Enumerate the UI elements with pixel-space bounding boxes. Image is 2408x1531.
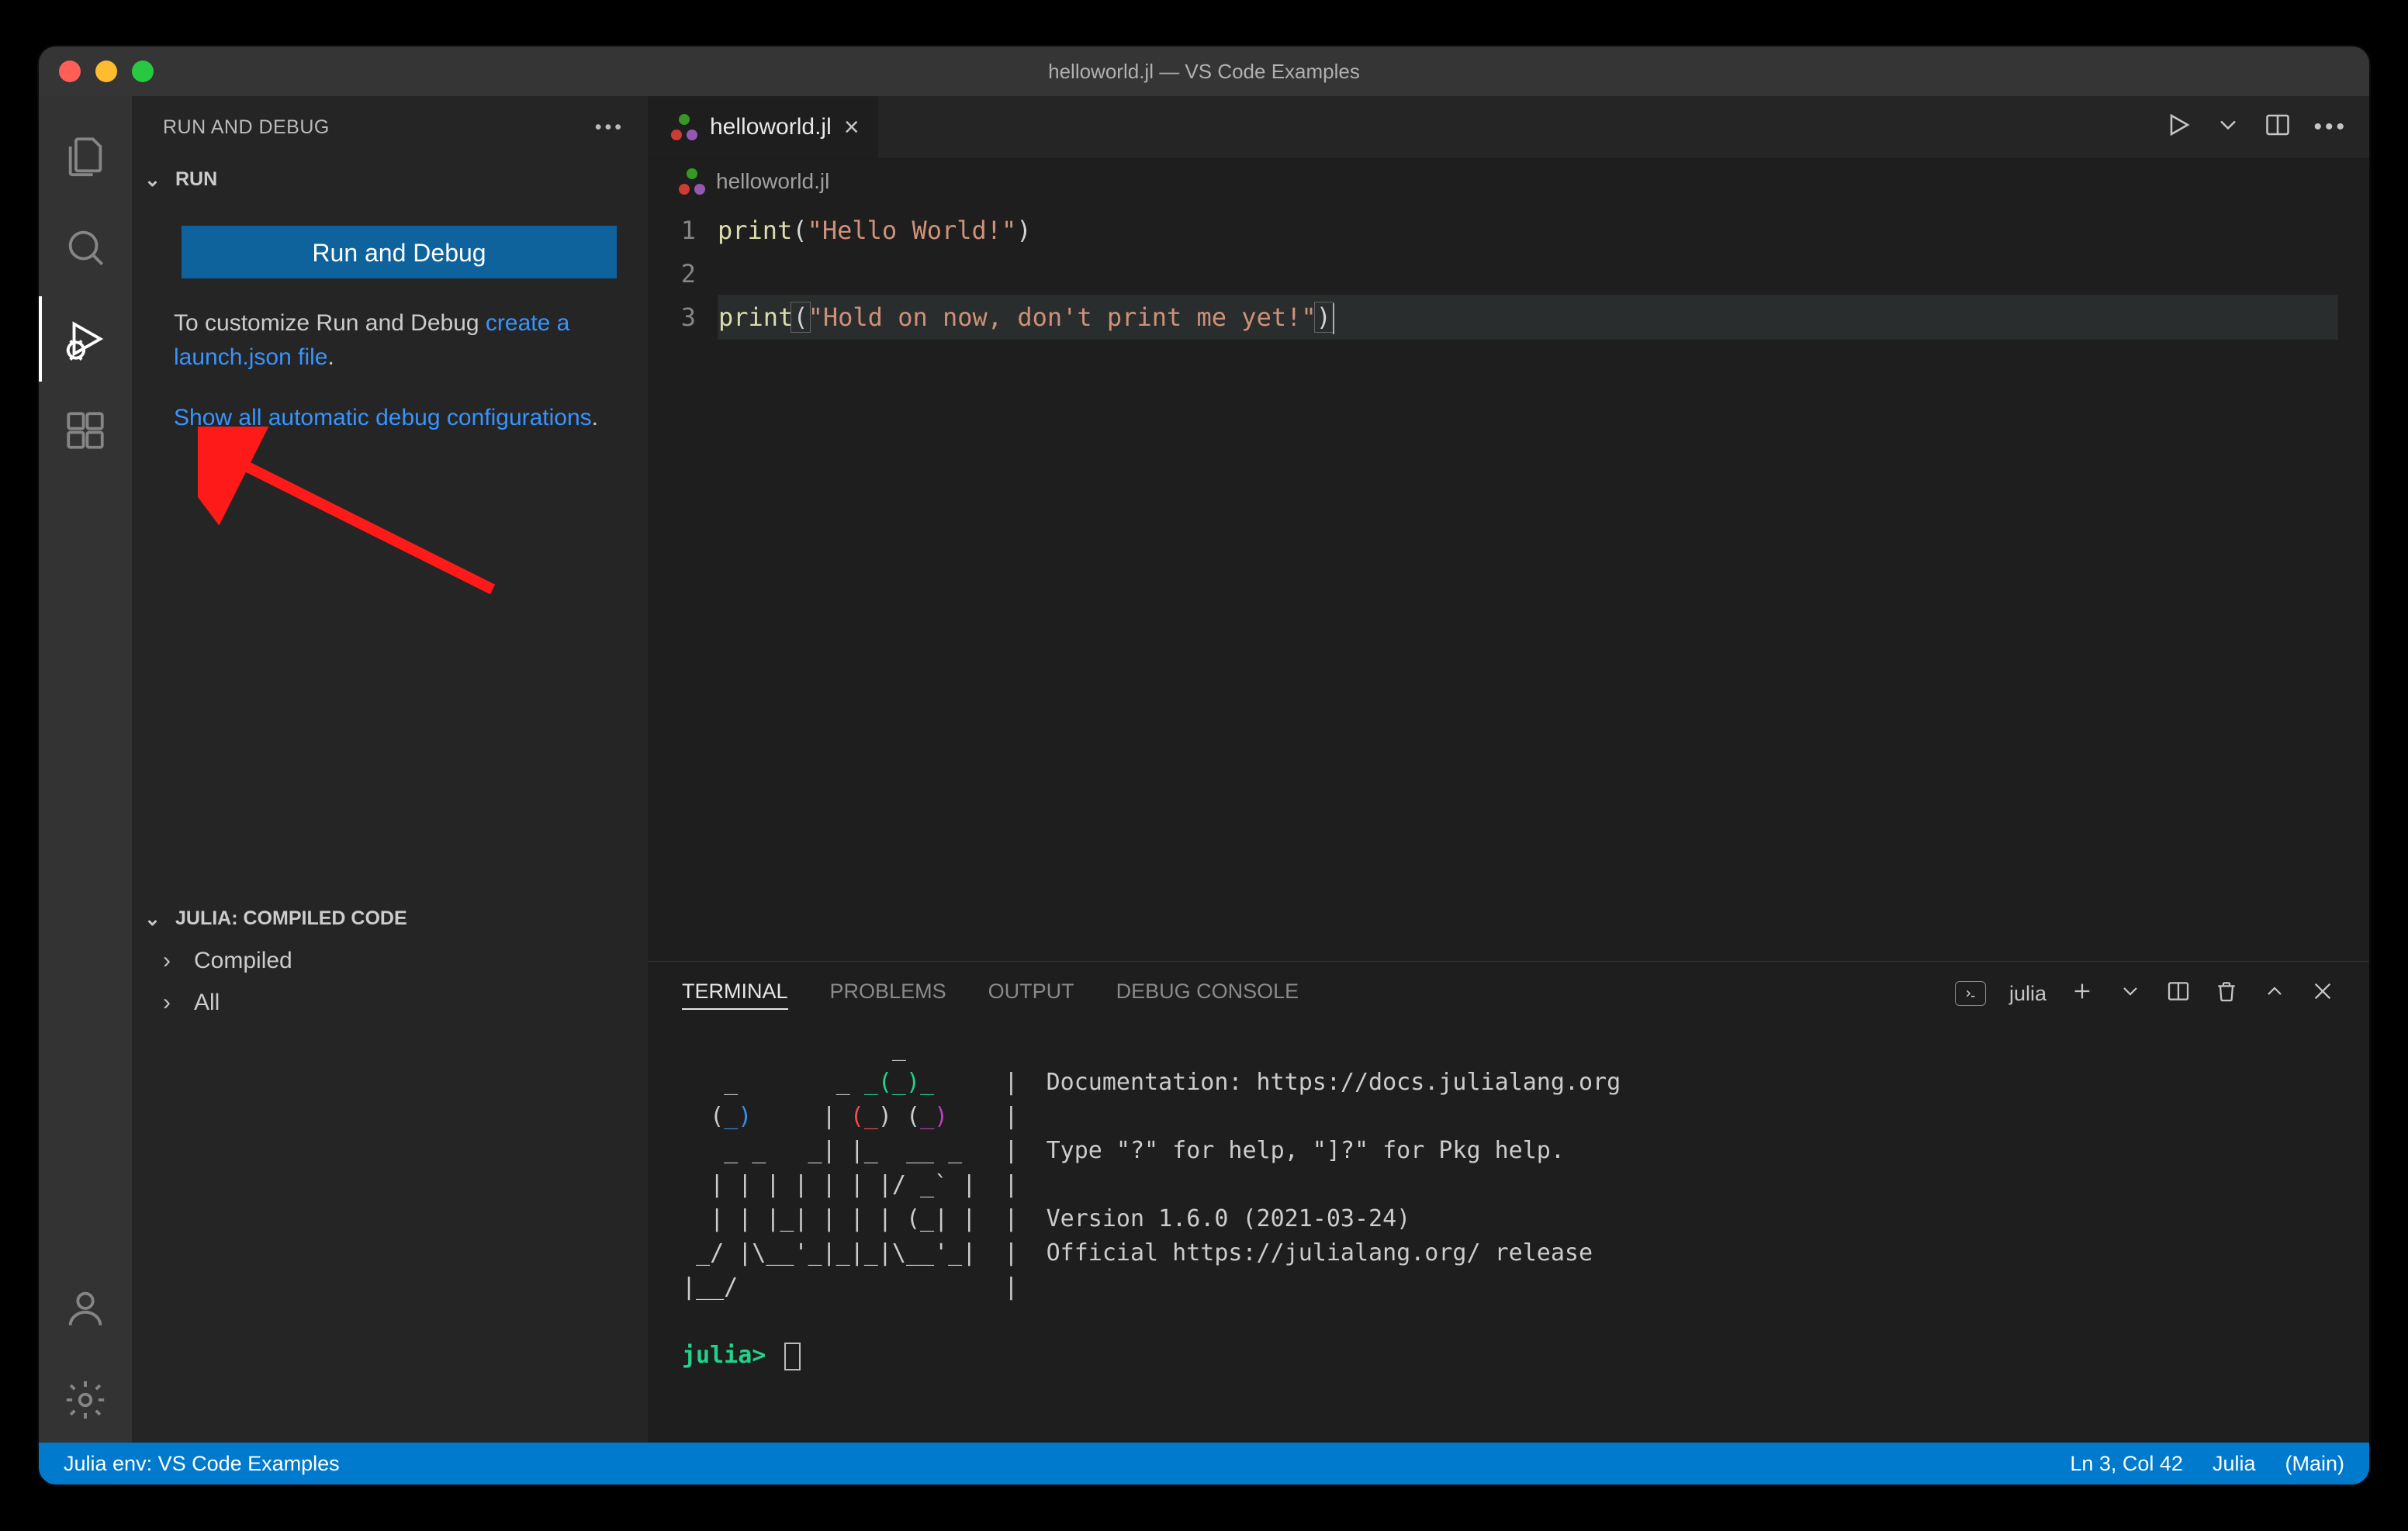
activity-extensions[interactable] [39, 388, 132, 473]
show-all-text: Show all automatic debug configurations. [174, 401, 624, 435]
line-numbers: 123 [648, 209, 718, 961]
tree-label: Compiled [194, 948, 292, 974]
status-julia-env[interactable]: Julia env: VS Code Examples [64, 1452, 340, 1476]
chevron-down-icon: ⌄ [144, 168, 168, 192]
editor-tabs: helloworld.jl × ••• [648, 96, 2369, 159]
panel-tabs: TERMINAL PROBLEMS OUTPUT DEBUG CONSOLE j… [648, 962, 2369, 1025]
show-all-post: . [592, 405, 598, 430]
tree-label: All [194, 990, 220, 1016]
activity-explorer[interactable] [39, 113, 132, 199]
run-debug-icon [63, 316, 108, 361]
section-run-body: Run and Debug To customize Run and Debug… [132, 201, 648, 458]
status-line-col[interactable]: Ln 3, Col 42 [2070, 1452, 2183, 1476]
julia-file-icon [679, 168, 705, 195]
terminal-content[interactable]: _ _ _ _(_)_ | Documentation: https://doc… [648, 1025, 2369, 1443]
activity-bar [39, 96, 132, 1443]
code-content[interactable]: print("Hello World!") print("Hold on now… [718, 209, 2338, 961]
minimap[interactable] [2338, 209, 2369, 961]
chevron-right-icon: › [163, 948, 186, 974]
tab-helloworld[interactable]: helloworld.jl × [648, 96, 879, 158]
status-language[interactable]: Julia [2213, 1452, 2256, 1476]
status-branch[interactable]: (Main) [2285, 1452, 2344, 1476]
run-dropdown-icon[interactable] [2214, 111, 2242, 144]
search-icon [63, 225, 108, 270]
editor-group: helloworld.jl × ••• helloworld.jl 123 pr… [648, 96, 2369, 1443]
vscode-window: helloworld.jl — VS Code Examples [39, 47, 2369, 1484]
tree-item-compiled[interactable]: › Compiled [132, 940, 648, 982]
section-run-header[interactable]: ⌄ RUN [132, 158, 648, 201]
chevron-right-icon: › [163, 990, 186, 1016]
terminal-profile-icon[interactable] [1955, 981, 1986, 1006]
kill-terminal-icon[interactable] [2214, 979, 2239, 1009]
customize-pre: To customize Run and Debug [174, 310, 486, 336]
show-all-configs-link[interactable]: Show all automatic debug configurations [174, 405, 592, 430]
minimize-icon[interactable] [95, 60, 117, 82]
compiled-tree: › Compiled › All [132, 940, 648, 1443]
more-actions-icon[interactable]: ••• [2313, 114, 2347, 140]
sidebar-header: RUN AND DEBUG ••• [132, 96, 648, 158]
tab-filename: helloworld.jl [710, 114, 832, 140]
breadcrumb-file: helloworld.jl [716, 169, 829, 194]
panel-tab-output[interactable]: OUTPUT [988, 980, 1074, 1008]
code-editor[interactable]: 123 print("Hello World!") print("Hold on… [648, 204, 2369, 961]
customize-text: To customize Run and Debug create a laun… [174, 306, 624, 375]
tab-close-icon[interactable]: × [844, 112, 860, 143]
terminal-dropdown-icon[interactable] [2118, 979, 2143, 1009]
status-bar: Julia env: VS Code Examples Ln 3, Col 42… [39, 1443, 2369, 1484]
customize-post: . [327, 344, 334, 370]
new-terminal-icon[interactable] [2070, 979, 2095, 1009]
close-icon[interactable] [59, 60, 81, 82]
section-compiled-title: JULIA: COMPILED CODE [175, 907, 407, 930]
panel-tab-terminal[interactable]: TERMINAL [682, 978, 788, 1010]
bottom-panel: TERMINAL PROBLEMS OUTPUT DEBUG CONSOLE j… [648, 961, 2369, 1443]
maximize-panel-icon[interactable] [2262, 979, 2287, 1009]
tree-item-all[interactable]: › All [132, 982, 648, 1024]
traffic-lights [59, 60, 154, 82]
activity-account[interactable] [39, 1266, 132, 1351]
window-title: helloworld.jl — VS Code Examples [1048, 60, 1360, 84]
account-icon [63, 1286, 108, 1331]
activity-settings[interactable] [39, 1357, 132, 1443]
julia-file-icon [671, 114, 697, 140]
gear-icon [63, 1377, 108, 1422]
chevron-down-icon: ⌄ [144, 907, 168, 931]
panel-tab-debug-console[interactable]: DEBUG CONSOLE [1116, 980, 1299, 1008]
terminal-name[interactable]: julia [2009, 982, 2046, 1006]
split-editor-icon[interactable] [2264, 111, 2292, 144]
panel-tab-problems[interactable]: PROBLEMS [830, 980, 946, 1008]
run-and-debug-button[interactable]: Run and Debug [182, 226, 617, 278]
run-debug-sidebar: RUN AND DEBUG ••• ⌄ RUN Run and Debug To… [132, 96, 648, 1443]
sidebar-title: RUN AND DEBUG [163, 116, 330, 139]
titlebar: helloworld.jl — VS Code Examples [39, 47, 2369, 96]
breadcrumbs[interactable]: helloworld.jl [648, 159, 2369, 204]
section-run-title: RUN [175, 168, 217, 191]
editor-actions: ••• [2164, 96, 2369, 158]
close-panel-icon[interactable] [2310, 979, 2335, 1009]
files-icon [63, 133, 108, 178]
more-icon[interactable]: ••• [595, 116, 624, 139]
split-terminal-icon[interactable] [2166, 979, 2191, 1009]
run-file-icon[interactable] [2164, 111, 2192, 144]
extensions-icon [63, 408, 108, 453]
activity-run-debug[interactable] [39, 296, 132, 382]
section-compiled-header[interactable]: ⌄ JULIA: COMPILED CODE [132, 897, 648, 940]
activity-search[interactable] [39, 205, 132, 290]
maximize-icon[interactable] [132, 60, 154, 82]
terminal-actions: julia [1955, 979, 2335, 1009]
